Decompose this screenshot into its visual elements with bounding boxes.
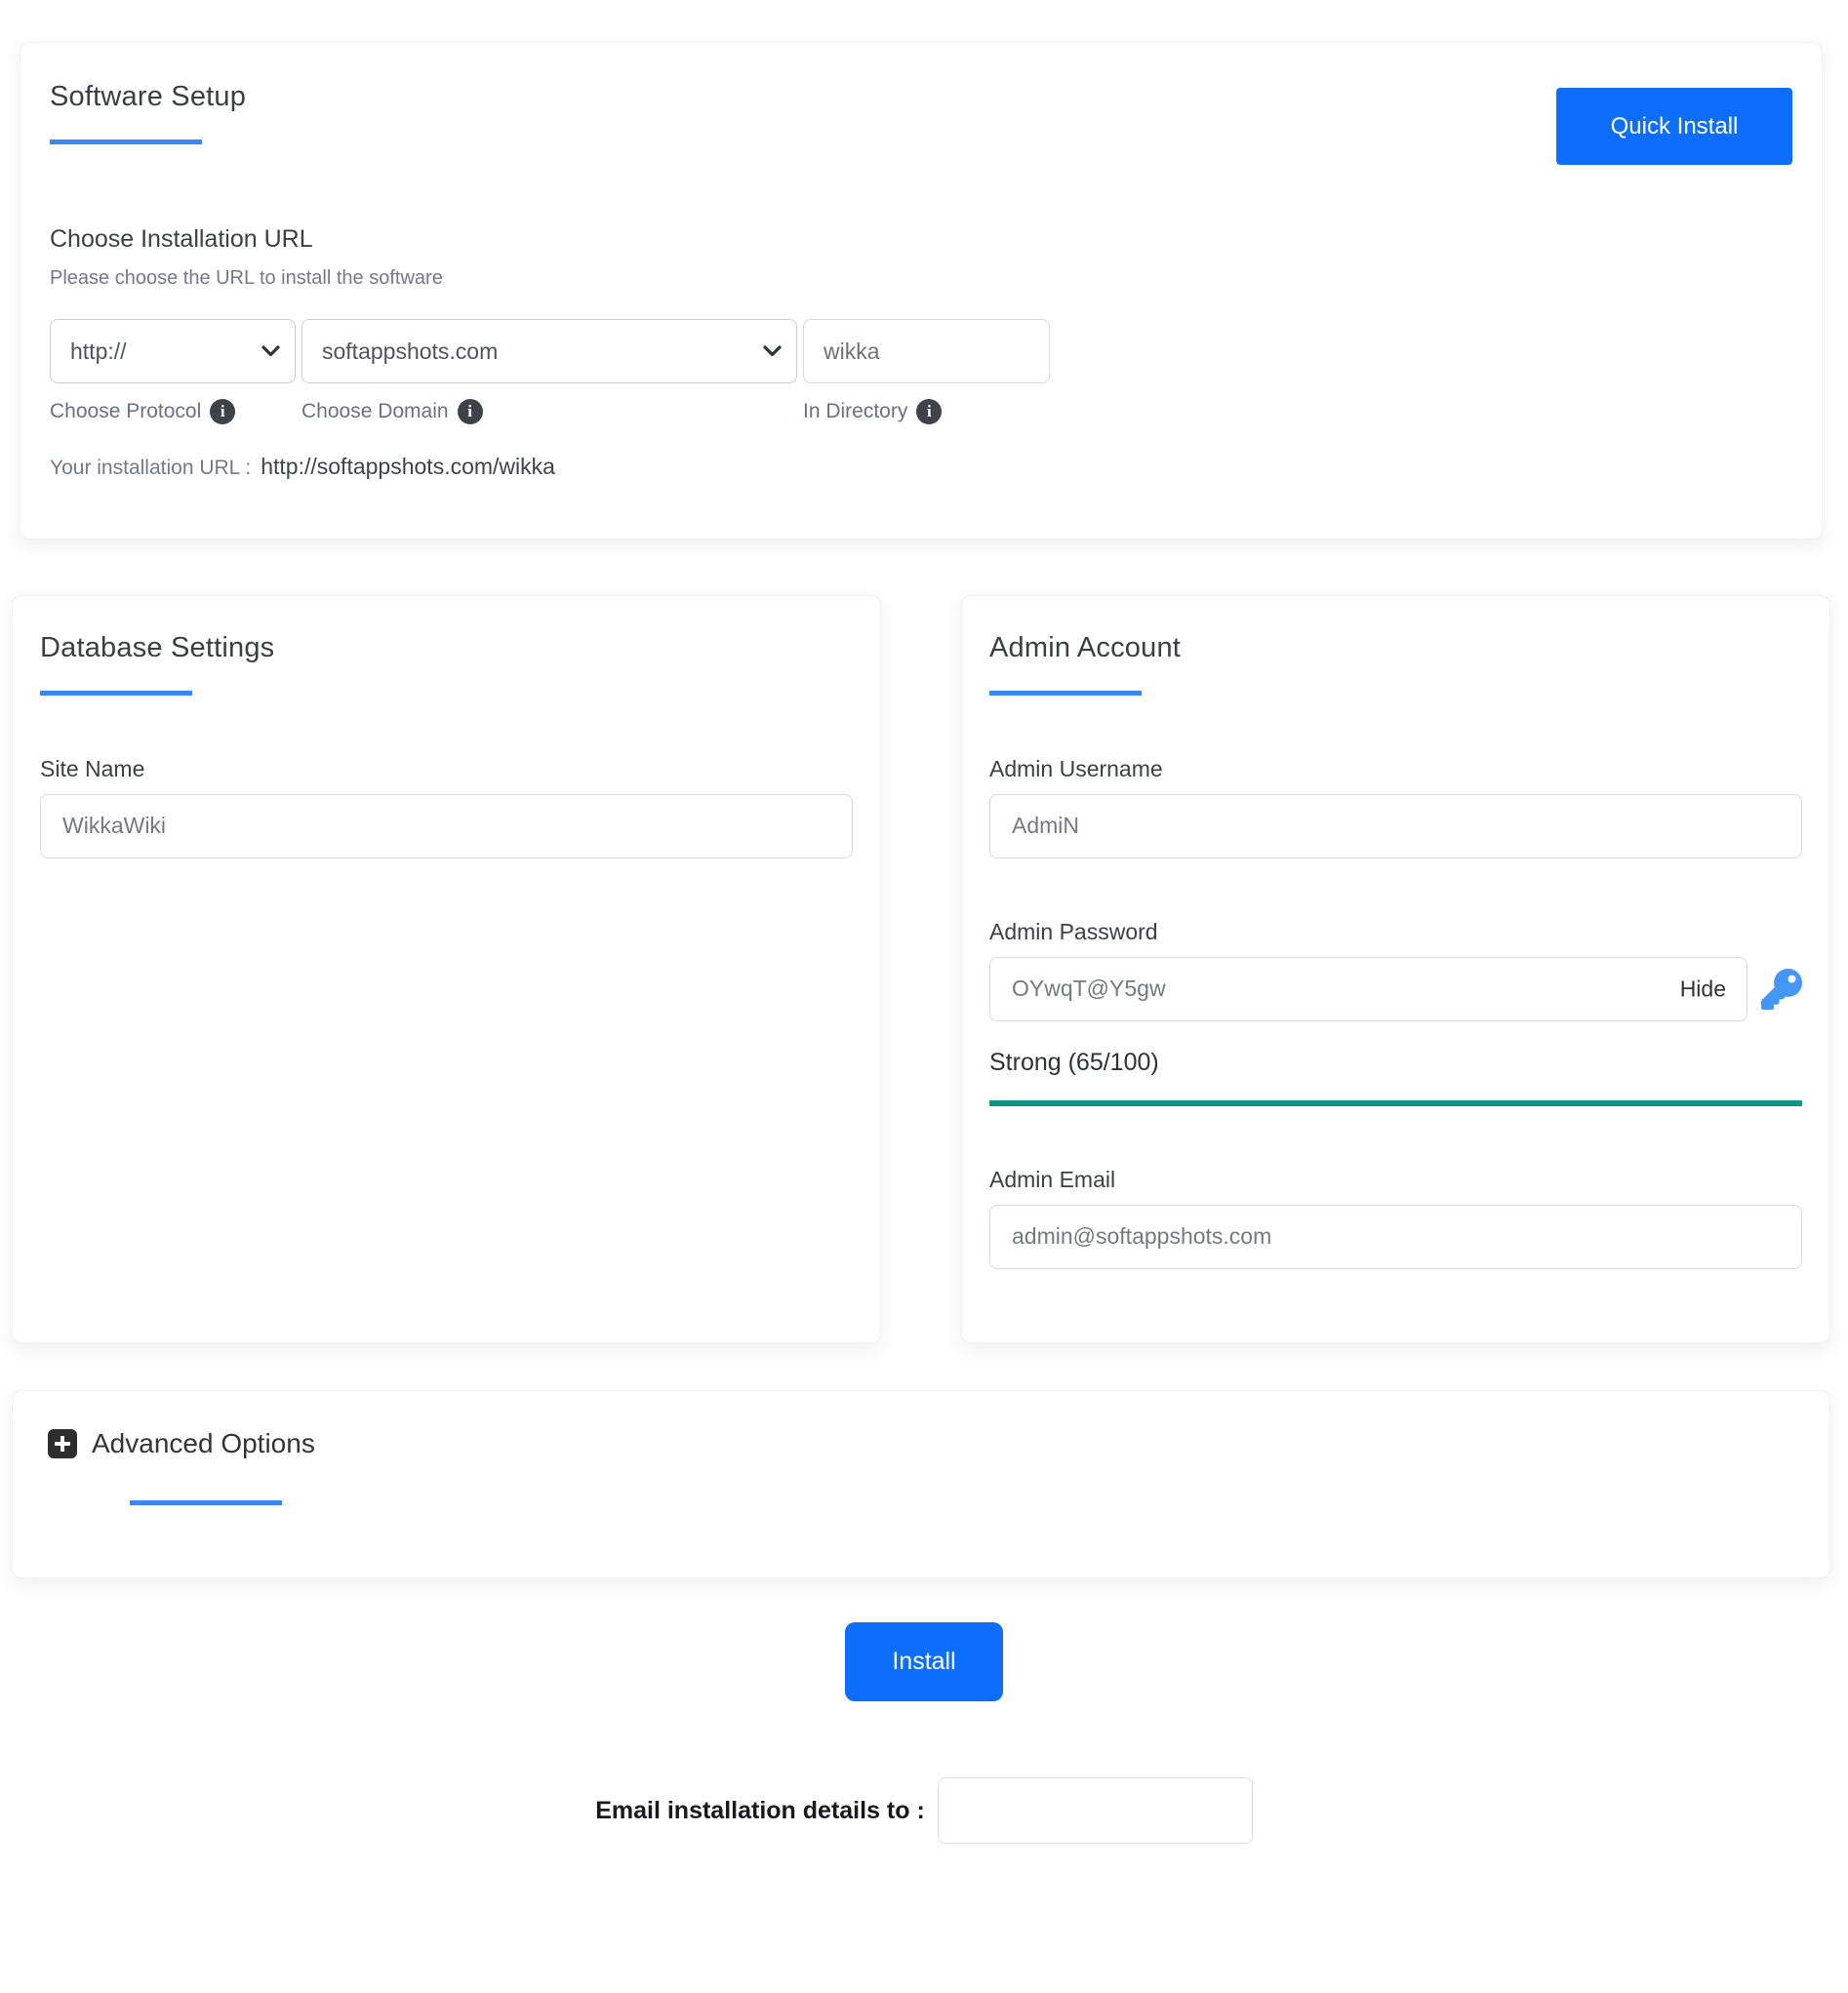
installation-url-label: Your installation URL : [50,457,252,479]
site-name-label: Site Name [40,755,145,781]
info-icon[interactable]: i [457,399,483,424]
protocol-field: http:// Choose Protocol i [50,319,296,424]
software-setup-heading-block: Software Setup [50,80,246,144]
database-settings-card: Database Settings Site Name [12,595,881,1343]
protocol-label: Choose Protocol i [50,399,296,424]
email-details-input[interactable] [937,1777,1253,1844]
email-details-label: Email installation details to : [595,1796,925,1824]
directory-field: In Directory i [803,319,1050,424]
admin-password-label: Admin Password [989,918,1158,944]
installer-page: Software Setup Quick Install Choose Inst… [0,42,1848,1993]
info-icon[interactable]: i [210,399,236,424]
admin-password-input[interactable] [989,956,1748,1021]
admin-account-card: Admin Account Admin Username Admin Passw… [961,595,1830,1343]
advanced-options-card: Advanced Options [12,1390,1830,1578]
admin-username-input[interactable] [989,793,1802,858]
software-setup-card: Software Setup Quick Install Choose Inst… [20,42,1823,539]
admin-password-row: Hide [989,956,1802,1021]
admin-email-label: Admin Email [989,1166,1116,1192]
choose-installation-url-subtitle: Please choose the URL to install the sof… [50,267,443,289]
directory-label: In Directory i [803,399,1050,424]
install-button[interactable]: Install [845,1622,1003,1701]
installation-url-line: Your installation URL : http://softappsh… [50,454,1792,480]
domain-label: Choose Domain i [301,399,797,424]
site-name-input[interactable] [40,793,853,858]
plus-icon[interactable] [48,1429,77,1458]
protocol-select[interactable]: http:// [50,319,296,383]
quick-install-button[interactable]: Quick Install [1556,88,1792,165]
installation-url-value: http://softappshots.com/wikka [261,454,555,479]
email-details-row: Email installation details to : [0,1777,1848,1844]
title-underline [989,690,1142,696]
advanced-options-toggle[interactable]: Advanced Options [48,1428,315,1459]
hide-password-toggle[interactable]: Hide [1680,976,1726,1002]
admin-username-label: Admin Username [989,755,1163,781]
directory-input[interactable] [803,319,1050,383]
title-underline [50,139,202,144]
advanced-options-title: Advanced Options [92,1428,315,1458]
database-settings-title: Database Settings [40,632,275,663]
domain-field: softappshots.com Choose Domain i [301,319,797,424]
settings-row: Database Settings Site Name Admin Accoun… [12,595,1830,1343]
password-strength-text: Strong (65/100) [989,1048,1159,1076]
domain-select[interactable]: softappshots.com [301,319,797,383]
installation-url-fields: http:// Choose Protocol i softappshots.c… [50,319,1792,424]
software-setup-title: Software Setup [50,81,247,112]
admin-email-input[interactable] [989,1204,1802,1269]
title-underline [40,690,192,696]
password-strength-bar [989,1099,1802,1106]
key-icon[interactable] [1761,968,1802,1010]
admin-account-title: Admin Account [989,632,1182,663]
info-icon[interactable]: i [916,399,943,424]
choose-installation-url-heading: Choose Installation URL [50,225,313,253]
title-underline [130,1500,282,1505]
